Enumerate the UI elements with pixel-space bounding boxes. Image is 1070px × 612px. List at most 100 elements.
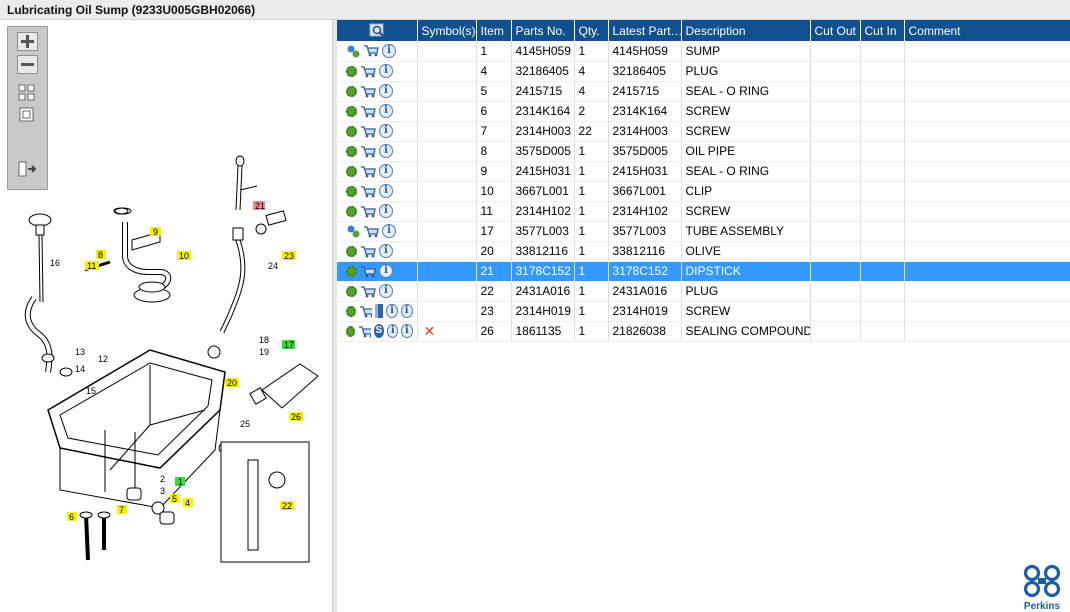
info-icon[interactable]: i (387, 324, 399, 338)
multi-gear-icon[interactable] (346, 224, 360, 238)
row-actions: i (337, 61, 418, 82)
col-comment[interactable]: Comment (904, 20, 1070, 41)
col-parts-no[interactable]: Parts No. (511, 20, 575, 41)
manual-icon[interactable] (374, 304, 384, 318)
cart-icon[interactable] (360, 105, 376, 118)
info-icon-secondary[interactable]: i (400, 304, 413, 318)
table-row[interactable]: i 5 2415715 4 2415715 SEAL - O RING (337, 81, 1070, 102)
gear-icon[interactable] (346, 145, 357, 157)
gear-icon[interactable] (346, 85, 357, 97)
cart-icon[interactable] (360, 265, 376, 278)
col-cut-in[interactable]: Cut In (860, 20, 905, 41)
cart-icon[interactable] (360, 185, 376, 198)
table-row[interactable]: i 6 2314K164 2 2314K164 SCREW (337, 101, 1070, 122)
info-icon[interactable]: i (379, 64, 393, 78)
cell-symbols (417, 121, 477, 142)
diagram-pane[interactable]: 21 9 8 10 11 23 24 16 18 19 17 13 12 14 20 … (0, 20, 333, 612)
service-icon[interactable]: S (373, 324, 385, 338)
table-row[interactable]: i 11 2314H102 1 2314H102 SCREW (337, 201, 1070, 222)
cell-comment (904, 281, 1070, 302)
actual-size-button[interactable] (17, 107, 38, 126)
gear-icon[interactable] (346, 105, 357, 117)
col-actions[interactable] (337, 20, 418, 41)
callout-26: 26 (289, 412, 303, 422)
zoom-out-button[interactable] (17, 55, 38, 74)
info-icon[interactable]: i (379, 264, 393, 278)
table-row[interactable]: i 8 3575D005 1 3575D005 OIL PIPE (337, 141, 1070, 162)
gear-icon[interactable] (346, 205, 357, 217)
row-actions: i (337, 161, 418, 182)
table-header: Symbol(s) Item Parts No. Qty. Latest Par… (337, 20, 1070, 41)
gear-icon[interactable] (346, 185, 357, 197)
col-cut-out[interactable]: Cut Out (810, 20, 861, 41)
multi-gear-icon[interactable] (346, 44, 360, 58)
info-icon[interactable]: i (379, 244, 393, 258)
gear-icon[interactable] (346, 165, 357, 177)
table-row[interactable]: i 7 2314H003 22 2314H003 SCREW (337, 121, 1070, 142)
col-item[interactable]: Item (476, 20, 512, 41)
gear-icon[interactable] (346, 245, 357, 257)
gear-icon[interactable] (346, 285, 357, 297)
svg-text:25: 25 (240, 419, 250, 429)
cart-icon[interactable] (360, 125, 376, 138)
cart-icon[interactable] (360, 145, 376, 158)
cart-icon[interactable] (360, 85, 376, 98)
info-icon[interactable]: i (386, 304, 398, 318)
cell-latest-part: 2314H003 (608, 121, 682, 142)
fit-all-button[interactable] (17, 84, 38, 103)
info-icon-secondary[interactable]: i (401, 324, 413, 338)
col-description[interactable]: Description (681, 20, 811, 41)
cell-symbols (417, 281, 477, 302)
info-icon[interactable]: i (379, 84, 393, 98)
cell-latest-part: 2314H102 (608, 201, 682, 222)
col-qty[interactable]: Qty. (574, 20, 609, 41)
svg-text:3: 3 (160, 486, 165, 496)
gear-icon[interactable] (346, 65, 357, 77)
col-latest-part[interactable]: Latest Part… (608, 20, 682, 41)
cart-icon[interactable] (360, 165, 376, 178)
callout-8: 8 (96, 250, 106, 260)
info-icon[interactable]: i (379, 144, 393, 158)
table-row[interactable]: Si i ✕ 26 1861135 1 21826038 SEALING COMPOUND (337, 321, 1070, 342)
svg-text:5: 5 (172, 494, 177, 504)
cart-icon[interactable] (360, 245, 376, 258)
zoom-in-button[interactable] (17, 32, 38, 51)
gear-icon[interactable] (346, 265, 357, 277)
info-icon[interactable]: i (379, 284, 393, 298)
table-row[interactable]: i i 23 2314H019 1 2314H019 SCREW (337, 301, 1070, 322)
table-row[interactable]: i 9 2415H031 1 2415H031 SEAL - O RING (337, 161, 1070, 182)
export-button[interactable] (17, 161, 38, 180)
cell-latest-part: 3575D005 (608, 141, 682, 162)
table-row[interactable]: i 21 3178C152 1 3178C152 DIPSTICK (337, 261, 1070, 282)
table-row[interactable]: i 20 33812116 1 33812116 OLIVE (337, 241, 1070, 262)
cart-icon[interactable] (360, 205, 376, 218)
cell-cut-in (860, 241, 905, 262)
info-icon[interactable]: i (379, 164, 393, 178)
cart-icon[interactable] (358, 325, 371, 338)
row-actions: i (337, 261, 418, 282)
cart-icon[interactable] (363, 225, 379, 238)
table-row[interactable]: i 4 32186405 4 32186405 PLUG (337, 61, 1070, 82)
info-icon[interactable]: i (382, 224, 396, 238)
gear-icon[interactable] (346, 125, 357, 137)
svg-text:10: 10 (179, 251, 189, 261)
table-row[interactable]: i 10 3667L001 1 3667L001 CLIP (337, 181, 1070, 202)
cart-icon[interactable] (359, 305, 372, 318)
info-icon[interactable]: i (379, 184, 393, 198)
gear-icon[interactable] (346, 325, 356, 337)
cell-cut-out (810, 281, 861, 302)
cart-icon[interactable] (360, 65, 376, 78)
info-icon[interactable]: i (379, 204, 393, 218)
info-icon[interactable]: i (382, 43, 396, 58)
table-row[interactable]: i 1 4145H059 1 4145H059 SUMP (337, 41, 1070, 62)
cart-icon[interactable] (363, 44, 379, 57)
cell-item: 22 (476, 281, 512, 302)
table-row[interactable]: i 17 3577L003 1 3577L003 TUBE ASSEMBLY (337, 221, 1070, 242)
cell-comment (904, 301, 1070, 322)
col-symbols[interactable]: Symbol(s) (417, 20, 477, 41)
gear-icon[interactable] (346, 305, 356, 317)
info-icon[interactable]: i (379, 124, 393, 138)
cart-icon[interactable] (360, 285, 376, 298)
table-row[interactable]: i 22 2431A016 1 2431A016 PLUG (337, 281, 1070, 302)
info-icon[interactable]: i (379, 104, 393, 118)
